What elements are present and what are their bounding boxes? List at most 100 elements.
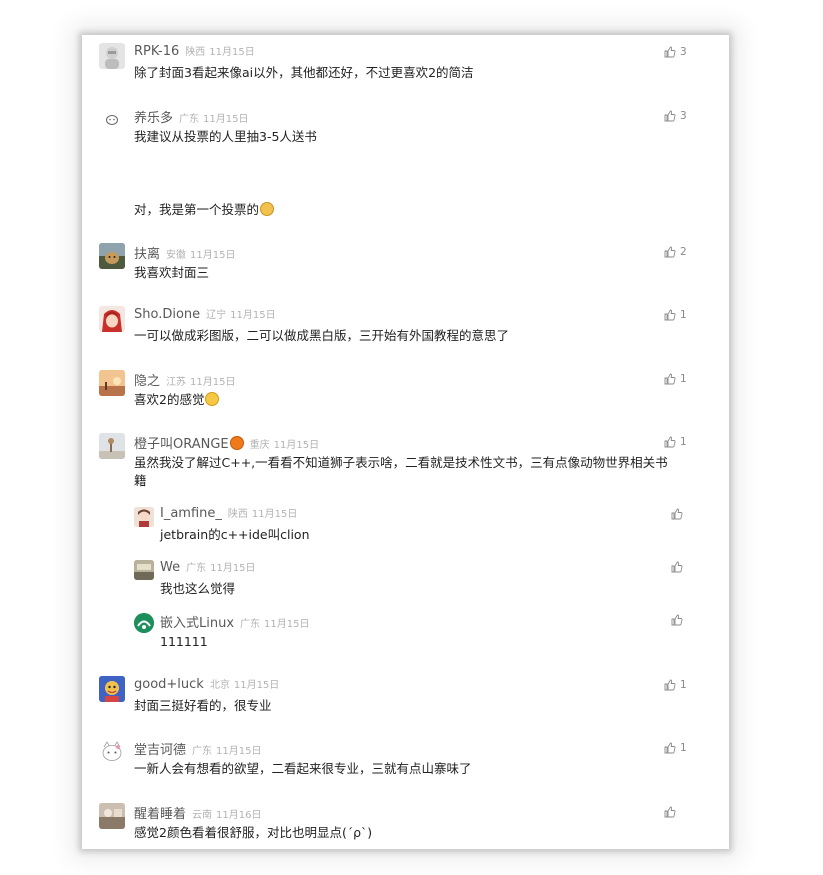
- timestamp: 11月15日: [251, 509, 298, 520]
- orange-fruit-emoji: [229, 436, 244, 450]
- reply-meta: 嵌入式Linux 广东 11月15日: [160, 612, 309, 632]
- location: 北京: [209, 680, 230, 691]
- reply-meta: I_amfine_ 陕西 11月15日: [160, 505, 297, 525]
- like-button[interactable]: [671, 612, 687, 628]
- thumbs-up-icon: [664, 742, 676, 754]
- comment-text: 我建议从投票的人里抽3-5人送书: [134, 129, 317, 144]
- like-button[interactable]: [671, 506, 687, 522]
- avatar[interactable]: [99, 370, 125, 396]
- like-button[interactable]: 1: [664, 371, 687, 387]
- comment-meta: Sho.Dione 辽宁 11月15日: [134, 306, 276, 326]
- comment-meta: 橙子叫ORANGE 重庆 11月15日: [134, 433, 319, 453]
- user-name[interactable]: 醒着睡着: [134, 803, 186, 822]
- reply-text: 我也这么觉得: [160, 581, 236, 596]
- user-name[interactable]: 橙子叫ORANGE: [134, 433, 229, 452]
- like-button[interactable]: 1: [664, 740, 687, 756]
- like-button[interactable]: 3: [664, 44, 687, 60]
- user-name[interactable]: good+luck: [134, 677, 204, 692]
- thumbs-up-icon: [664, 246, 676, 258]
- like-count: 1: [680, 742, 687, 754]
- comment-text-line: 对，我是第一个投票的: [134, 202, 260, 217]
- like-button[interactable]: 3: [664, 108, 687, 124]
- user-name[interactable]: 养乐多: [134, 107, 173, 126]
- like-button[interactable]: [671, 559, 687, 575]
- user-name[interactable]: 嵌入式Linux: [160, 612, 234, 631]
- avatar[interactable]: [99, 676, 125, 702]
- thumbs-up-icon: [664, 373, 676, 385]
- location: 辽宁: [206, 310, 227, 321]
- comment-meta: 堂吉诃德 广东 11月15日: [134, 739, 261, 759]
- location: 陕西: [185, 47, 206, 58]
- user-name[interactable]: We: [160, 560, 180, 575]
- timestamp: 11月15日: [203, 114, 249, 125]
- avatar[interactable]: [99, 243, 125, 269]
- reply-text: 111111: [160, 634, 208, 649]
- timestamp: 11月15日: [190, 377, 236, 388]
- avatar[interactable]: [99, 739, 125, 765]
- location: 广东: [186, 563, 207, 574]
- comment-meta: 醒着睡着 云南 11月16日: [134, 803, 261, 823]
- user-name[interactable]: Sho.Dione: [134, 307, 200, 322]
- timestamp: 11月15日: [273, 440, 320, 451]
- like-button[interactable]: 1: [664, 434, 687, 450]
- user-name[interactable]: RPK-16: [134, 44, 179, 59]
- user-name[interactable]: 堂吉诃德: [134, 739, 186, 758]
- avatar[interactable]: [99, 803, 125, 829]
- like-button[interactable]: 1: [664, 677, 687, 693]
- comment-text: 虽然我没了解过C++,一看看不知道狮子表示啥，二看就是技术性文书，三有点像动物世…: [134, 455, 668, 470]
- avatar[interactable]: [134, 560, 154, 580]
- like-count: 1: [680, 436, 687, 448]
- location: 重庆: [249, 440, 270, 451]
- thumbs-up-icon: [664, 679, 676, 691]
- thumbs-up-icon: [671, 561, 683, 573]
- like-count: 1: [680, 373, 687, 385]
- comment-text-continuation: 籍: [134, 473, 147, 488]
- thumbs-up-icon: [664, 110, 676, 122]
- location: 江苏: [166, 377, 187, 388]
- comment-text-line: 喜欢2的感觉: [134, 392, 205, 407]
- avatar[interactable]: [134, 613, 154, 633]
- avatar[interactable]: [99, 107, 125, 133]
- location: 陕西: [227, 509, 248, 520]
- timestamp: 11月15日: [190, 250, 236, 261]
- timestamp: 11月15日: [233, 680, 280, 691]
- like-count: 1: [680, 309, 687, 321]
- cat-face-emoji: [260, 202, 275, 216]
- timestamp: 11月15日: [230, 310, 276, 321]
- comment-list: RPK-16 陕西 11月15日 除了封面3看起来像ai以外，其他都还好，不过更…: [82, 35, 729, 849]
- thumbs-up-icon: [664, 46, 676, 58]
- comment-text: 我喜欢封面三: [134, 265, 210, 280]
- location: 广东: [179, 114, 200, 125]
- comment-meta: 扶离 安徽 11月15日: [134, 243, 235, 263]
- user-name[interactable]: 扶离: [134, 243, 160, 262]
- like-count: 3: [680, 110, 687, 122]
- user-name[interactable]: 隐之: [134, 370, 160, 389]
- avatar[interactable]: [134, 507, 154, 527]
- location: 广东: [240, 619, 261, 630]
- avatar[interactable]: [99, 306, 125, 332]
- thumbs-up-icon: [664, 806, 676, 818]
- timestamp: 11月15日: [264, 619, 310, 630]
- user-name[interactable]: I_amfine_: [160, 506, 222, 521]
- comment-text: 除了封面3看起来像ai以外，其他都还好，不过更喜欢2的简洁: [134, 65, 474, 80]
- comment-meta: good+luck 北京 11月15日: [134, 676, 279, 696]
- timestamp: 11月15日: [216, 746, 262, 757]
- like-button[interactable]: [664, 804, 680, 820]
- like-count: 1: [680, 679, 687, 691]
- thumbs-up-icon: [671, 508, 683, 520]
- like-count: 3: [680, 46, 687, 58]
- timestamp: 11月16日: [216, 810, 262, 821]
- avatar[interactable]: [99, 43, 125, 69]
- like-button[interactable]: 1: [664, 307, 687, 323]
- comment-text: 一可以做成彩图版，二可以做成黑白版，三开始有外国教程的意思了: [134, 328, 510, 343]
- grinning-face-emoji: [205, 392, 220, 406]
- comment-meta: RPK-16 陕西 11月15日: [134, 43, 255, 63]
- comment-text-continuation: 对，我是第一个投票的: [134, 201, 694, 219]
- avatar[interactable]: [99, 433, 125, 459]
- like-button[interactable]: 2: [664, 244, 687, 260]
- thumbs-up-icon: [671, 614, 683, 626]
- comment-meta: 养乐多 广东 11月15日: [134, 107, 248, 127]
- thumbs-up-icon: [664, 309, 676, 321]
- like-count: 2: [680, 246, 687, 258]
- comment-meta: 隐之 江苏 11月15日: [134, 370, 235, 390]
